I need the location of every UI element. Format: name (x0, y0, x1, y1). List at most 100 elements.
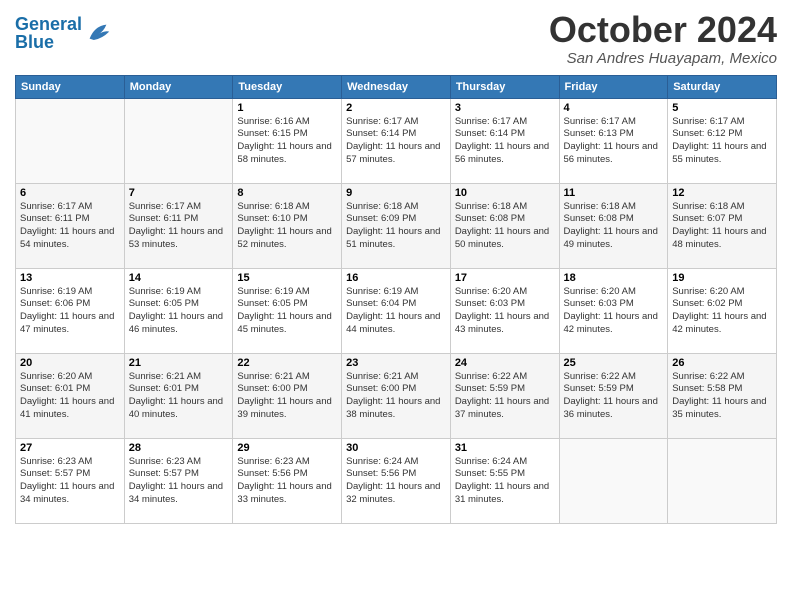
day-number: 19 (672, 272, 772, 284)
calendar-cell: 7 Sunrise: 6:17 AMSunset: 6:11 PMDaylight… (124, 183, 233, 268)
calendar-cell: 24 Sunrise: 6:22 AMSunset: 5:59 PMDayligh… (450, 353, 559, 438)
calendar-cell: 27 Sunrise: 6:23 AMSunset: 5:57 PMDayligh… (16, 438, 125, 523)
day-info: Sunrise: 6:23 AMSunset: 5:57 PMDaylight:… (20, 456, 120, 507)
calendar-cell: 19 Sunrise: 6:20 AMSunset: 6:02 PMDayligh… (668, 268, 777, 353)
day-number: 26 (672, 357, 772, 369)
day-info: Sunrise: 6:16 AMSunset: 6:15 PMDaylight:… (237, 116, 337, 167)
calendar-table: SundayMondayTuesdayWednesdayThursdayFrid… (15, 75, 777, 524)
day-number: 1 (237, 102, 337, 114)
calendar-cell: 21 Sunrise: 6:21 AMSunset: 6:01 PMDayligh… (124, 353, 233, 438)
calendar-cell: 18 Sunrise: 6:20 AMSunset: 6:03 PMDayligh… (559, 268, 668, 353)
day-info: Sunrise: 6:20 AMSunset: 6:03 PMDaylight:… (455, 286, 555, 337)
calendar-cell: 9 Sunrise: 6:18 AMSunset: 6:09 PMDaylight… (342, 183, 451, 268)
day-number: 8 (237, 187, 337, 199)
calendar-cell: 16 Sunrise: 6:19 AMSunset: 6:04 PMDayligh… (342, 268, 451, 353)
day-number: 24 (455, 357, 555, 369)
calendar-cell: 23Sunrise: 6:21 AMSunset: 6:00 PMDayligh… (342, 353, 451, 438)
day-number: 18 (564, 272, 664, 284)
calendar-cell (124, 98, 233, 183)
day-info: Sunrise: 6:22 AMSunset: 5:58 PMDaylight:… (672, 371, 772, 422)
day-info: Sunrise: 6:17 AMSunset: 6:11 PMDaylight:… (129, 201, 229, 252)
day-number: 3 (455, 102, 555, 114)
calendar-cell (16, 98, 125, 183)
day-number: 21 (129, 357, 229, 369)
calendar-cell: 14Sunrise: 6:19 AMSunset: 6:05 PMDayligh… (124, 268, 233, 353)
day-info: Sunrise: 6:23 AMSunset: 5:57 PMDaylight:… (129, 456, 229, 507)
day-info: Sunrise: 6:24 AMSunset: 5:55 PMDaylight:… (455, 456, 555, 507)
day-info: Sunrise: 6:17 AMSunset: 6:14 PMDaylight:… (346, 116, 446, 167)
calendar-cell: 1 Sunrise: 6:16 AMSunset: 6:15 PMDaylight… (233, 98, 342, 183)
day-number: 9 (346, 187, 446, 199)
weekday-header-tuesday: Tuesday (233, 75, 342, 98)
day-info: Sunrise: 6:17 AMSunset: 6:14 PMDaylight:… (455, 116, 555, 167)
day-info: Sunrise: 6:20 AMSunset: 6:02 PMDaylight:… (672, 286, 772, 337)
day-number: 13 (20, 272, 120, 284)
day-info: Sunrise: 6:20 AMSunset: 6:03 PMDaylight:… (564, 286, 664, 337)
calendar-cell: 17 Sunrise: 6:20 AMSunset: 6:03 PMDayligh… (450, 268, 559, 353)
calendar-cell: 30Sunrise: 6:24 AMSunset: 5:56 PMDayligh… (342, 438, 451, 523)
logo-text: General Blue (15, 15, 82, 51)
day-info: Sunrise: 6:18 AMSunset: 6:08 PMDaylight:… (564, 201, 664, 252)
day-info: Sunrise: 6:20 AMSunset: 6:01 PMDaylight:… (20, 371, 120, 422)
day-number: 16 (346, 272, 446, 284)
logo: General Blue (15, 10, 112, 51)
day-number: 7 (129, 187, 229, 199)
week-row-1: 1 Sunrise: 6:16 AMSunset: 6:15 PMDaylight… (16, 98, 777, 183)
day-info: Sunrise: 6:18 AMSunset: 6:07 PMDaylight:… (672, 201, 772, 252)
day-info: Sunrise: 6:17 AMSunset: 6:12 PMDaylight:… (672, 116, 772, 167)
day-number: 22 (237, 357, 337, 369)
day-info: Sunrise: 6:22 AMSunset: 5:59 PMDaylight:… (455, 371, 555, 422)
location-title: San Andres Huayapam, Mexico (549, 50, 777, 67)
weekday-header-thursday: Thursday (450, 75, 559, 98)
page: General Blue October 2024 San Andres Hua… (0, 0, 792, 612)
day-info: Sunrise: 6:19 AMSunset: 6:05 PMDaylight:… (237, 286, 337, 337)
day-number: 5 (672, 102, 772, 114)
calendar-cell: 10Sunrise: 6:18 AMSunset: 6:08 PMDayligh… (450, 183, 559, 268)
day-info: Sunrise: 6:17 AMSunset: 6:11 PMDaylight:… (20, 201, 120, 252)
day-info: Sunrise: 6:18 AMSunset: 6:09 PMDaylight:… (346, 201, 446, 252)
calendar-cell: 25 Sunrise: 6:22 AMSunset: 5:59 PMDayligh… (559, 353, 668, 438)
calendar-cell (668, 438, 777, 523)
title-block: October 2024 San Andres Huayapam, Mexico (549, 10, 777, 67)
calendar-cell: 3 Sunrise: 6:17 AMSunset: 6:14 PMDaylight… (450, 98, 559, 183)
calendar-cell: 29Sunrise: 6:23 AMSunset: 5:56 PMDayligh… (233, 438, 342, 523)
day-info: Sunrise: 6:17 AMSunset: 6:13 PMDaylight:… (564, 116, 664, 167)
calendar-cell: 8Sunrise: 6:18 AMSunset: 6:10 PMDaylight… (233, 183, 342, 268)
week-row-5: 27 Sunrise: 6:23 AMSunset: 5:57 PMDayligh… (16, 438, 777, 523)
day-info: Sunrise: 6:21 AMSunset: 6:00 PMDaylight:… (346, 371, 446, 422)
calendar-cell: 13 Sunrise: 6:19 AMSunset: 6:06 PMDayligh… (16, 268, 125, 353)
calendar-cell: 6Sunrise: 6:17 AMSunset: 6:11 PMDaylight… (16, 183, 125, 268)
day-number: 28 (129, 442, 229, 454)
logo-general: General (15, 14, 82, 34)
week-row-3: 13 Sunrise: 6:19 AMSunset: 6:06 PMDayligh… (16, 268, 777, 353)
day-info: Sunrise: 6:19 AMSunset: 6:05 PMDaylight:… (129, 286, 229, 337)
day-info: Sunrise: 6:19 AMSunset: 6:06 PMDaylight:… (20, 286, 120, 337)
calendar-cell: 26 Sunrise: 6:22 AMSunset: 5:58 PMDayligh… (668, 353, 777, 438)
calendar-cell: 4Sunrise: 6:17 AMSunset: 6:13 PMDaylight… (559, 98, 668, 183)
weekday-header-saturday: Saturday (668, 75, 777, 98)
day-number: 27 (20, 442, 120, 454)
day-number: 25 (564, 357, 664, 369)
day-number: 12 (672, 187, 772, 199)
calendar-cell: 22Sunrise: 6:21 AMSunset: 6:00 PMDayligh… (233, 353, 342, 438)
day-info: Sunrise: 6:19 AMSunset: 6:04 PMDaylight:… (346, 286, 446, 337)
calendar-cell: 5 Sunrise: 6:17 AMSunset: 6:12 PMDaylight… (668, 98, 777, 183)
calendar-cell: 20 Sunrise: 6:20 AMSunset: 6:01 PMDayligh… (16, 353, 125, 438)
calendar-cell: 2Sunrise: 6:17 AMSunset: 6:14 PMDaylight… (342, 98, 451, 183)
weekday-header-wednesday: Wednesday (342, 75, 451, 98)
day-info: Sunrise: 6:21 AMSunset: 6:01 PMDaylight:… (129, 371, 229, 422)
day-number: 20 (20, 357, 120, 369)
calendar-cell: 12 Sunrise: 6:18 AMSunset: 6:07 PMDayligh… (668, 183, 777, 268)
calendar-cell: 28 Sunrise: 6:23 AMSunset: 5:57 PMDayligh… (124, 438, 233, 523)
calendar-cell: 31 Sunrise: 6:24 AMSunset: 5:55 PMDayligh… (450, 438, 559, 523)
week-row-4: 20 Sunrise: 6:20 AMSunset: 6:01 PMDayligh… (16, 353, 777, 438)
weekday-header-friday: Friday (559, 75, 668, 98)
day-number: 31 (455, 442, 555, 454)
calendar-cell: 11Sunrise: 6:18 AMSunset: 6:08 PMDayligh… (559, 183, 668, 268)
week-row-2: 6Sunrise: 6:17 AMSunset: 6:11 PMDaylight… (16, 183, 777, 268)
day-number: 17 (455, 272, 555, 284)
day-number: 30 (346, 442, 446, 454)
day-info: Sunrise: 6:22 AMSunset: 5:59 PMDaylight:… (564, 371, 664, 422)
weekday-header-monday: Monday (124, 75, 233, 98)
day-number: 29 (237, 442, 337, 454)
